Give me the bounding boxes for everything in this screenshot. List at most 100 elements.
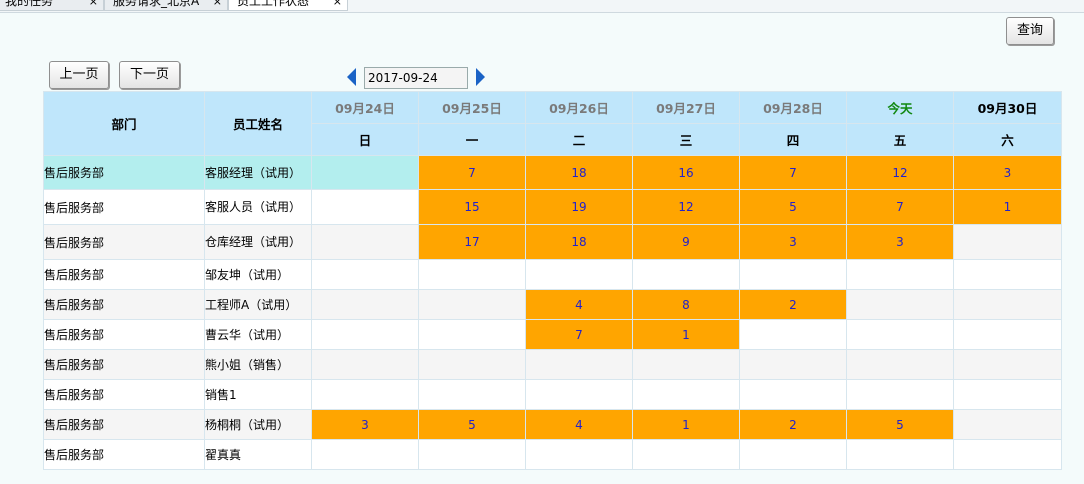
tab-service-request[interactable]: 服务请求_北京A × (104, 0, 228, 11)
task-count-cell[interactable]: 3 (846, 224, 954, 260)
tab-label: 我的任务 (5, 0, 54, 8)
task-count-cell[interactable]: 1 (632, 409, 740, 440)
query-button[interactable]: 查询 (1006, 17, 1054, 45)
task-count-cell (846, 379, 954, 410)
header-weekday: 一 (418, 123, 526, 156)
employee-name-cell: 客服人员（试用） (204, 189, 312, 225)
task-count-cell (311, 155, 419, 190)
task-count-cell[interactable]: 5 (846, 409, 954, 440)
task-count-cell[interactable]: 12 (632, 189, 740, 225)
next-week-arrow-icon[interactable] (476, 68, 485, 86)
employee-name-cell: 工程师A（试用） (204, 289, 312, 320)
task-count-cell (739, 439, 847, 470)
next-page-button[interactable]: 下一页 (119, 61, 180, 89)
task-count-cell (418, 349, 526, 380)
task-count-cell (418, 289, 526, 320)
table-row[interactable]: 售后服务部 客服经理（试用） 7 18 16 7 12 3 (43, 155, 1062, 190)
table-row[interactable]: 售后服务部 杨桐桐（试用） 3 5 4 1 2 5 (43, 409, 1062, 440)
header-weekday: 五 (846, 123, 954, 156)
task-count-cell (311, 289, 419, 320)
task-count-cell (846, 289, 954, 320)
close-icon[interactable]: × (333, 0, 342, 9)
task-count-cell[interactable]: 15 (418, 189, 526, 225)
task-count-cell[interactable]: 8 (632, 289, 740, 320)
task-count-cell[interactable]: 2 (739, 289, 847, 320)
task-count-cell[interactable]: 18 (525, 224, 633, 260)
task-count-cell (418, 379, 526, 410)
header-day-date: 09月28日 (739, 91, 847, 124)
department-cell: 售后服务部 (43, 379, 205, 410)
table-row[interactable]: 售后服务部 工程师A（试用） 4 8 2 (43, 289, 1062, 320)
task-count-cell[interactable]: 3 (311, 409, 419, 440)
task-count-cell[interactable]: 7 (739, 155, 847, 190)
task-count-cell[interactable]: 1 (953, 189, 1062, 225)
prev-page-button[interactable]: 上一页 (49, 61, 109, 89)
task-count-cell[interactable]: 2 (739, 409, 847, 440)
header-today: 今天 (846, 91, 954, 124)
tab-employee-status[interactable]: 员工工作状态 × (228, 0, 348, 11)
task-count-cell (739, 259, 847, 290)
department-cell: 售后服务部 (43, 189, 205, 225)
task-count-cell[interactable]: 17 (418, 224, 526, 260)
task-count-cell[interactable]: 7 (525, 319, 633, 350)
task-count-cell (739, 379, 847, 410)
table-row[interactable]: 售后服务部 客服人员（试用） 15 19 12 5 7 1 (43, 189, 1062, 225)
employee-name-cell: 翟真真 (204, 439, 312, 470)
task-count-cell[interactable]: 3 (953, 155, 1062, 190)
task-count-cell (311, 224, 419, 260)
task-count-cell[interactable]: 1 (632, 319, 740, 350)
task-count-cell[interactable]: 7 (418, 155, 526, 190)
task-count-cell (739, 349, 847, 380)
schedule-body: 售后服务部 客服经理（试用） 7 18 16 7 12 3 售后服务部 客服人员（试用） 15 19 1… (43, 155, 1062, 470)
employee-name-cell: 曹云华（试用） (204, 319, 312, 350)
task-count-cell (525, 439, 633, 470)
employee-name-cell: 熊小姐（销售） (204, 349, 312, 380)
task-count-cell[interactable]: 12 (846, 155, 954, 190)
task-count-cell (846, 319, 954, 350)
close-icon[interactable]: × (89, 0, 98, 9)
task-count-cell (418, 319, 526, 350)
task-count-cell (846, 259, 954, 290)
task-count-cell (953, 439, 1062, 470)
task-count-cell[interactable]: 5 (418, 409, 526, 440)
task-count-cell[interactable]: 9 (632, 224, 740, 260)
task-count-cell (311, 189, 419, 225)
task-count-cell (525, 349, 633, 380)
header-weekday: 二 (525, 123, 633, 156)
task-count-cell (311, 439, 419, 470)
tab-bar: 我的任务 × 服务请求_北京A × 员工工作状态 × (0, 0, 1084, 13)
close-icon[interactable]: × (213, 0, 222, 9)
date-field[interactable] (364, 67, 468, 89)
task-count-cell[interactable]: 18 (525, 155, 633, 190)
task-count-cell[interactable]: 7 (846, 189, 954, 225)
task-count-cell (953, 289, 1062, 320)
task-count-cell (953, 409, 1062, 440)
task-count-cell[interactable]: 3 (739, 224, 847, 260)
employee-name-cell: 销售1 (204, 379, 312, 410)
header-weekday: 日 (311, 123, 419, 156)
header-weekday: 四 (739, 123, 847, 156)
table-row[interactable]: 售后服务部 翟真真 (43, 439, 1062, 470)
task-count-cell[interactable]: 5 (739, 189, 847, 225)
task-count-cell[interactable]: 19 (525, 189, 633, 225)
employee-name-cell: 客服经理（试用） (204, 155, 312, 190)
tab-my-tasks[interactable]: 我的任务 × (0, 0, 104, 11)
department-cell: 售后服务部 (43, 319, 205, 350)
table-row[interactable]: 售后服务部 邹友坤（试用） (43, 259, 1062, 290)
task-count-cell[interactable]: 16 (632, 155, 740, 190)
table-row[interactable]: 售后服务部 销售1 (43, 379, 1062, 410)
header-day-date: 09月25日 (418, 91, 526, 124)
task-count-cell (311, 319, 419, 350)
employee-schedule-table: 部门 员工姓名 09月24日 09月25日 09月26日 09月27日 09月2… (43, 91, 1062, 470)
table-row[interactable]: 售后服务部 曹云华（试用） 7 1 (43, 319, 1062, 350)
header-day-date: 09月24日 (311, 91, 419, 124)
task-count-cell[interactable]: 4 (525, 289, 633, 320)
department-cell: 售后服务部 (43, 155, 205, 190)
table-row[interactable]: 售后服务部 熊小姐（销售） (43, 349, 1062, 380)
task-count-cell[interactable]: 4 (525, 409, 633, 440)
task-count-cell (632, 439, 740, 470)
task-count-cell (525, 379, 633, 410)
task-count-cell (846, 349, 954, 380)
prev-week-arrow-icon[interactable] (347, 68, 356, 86)
table-row[interactable]: 售后服务部 仓库经理（试用） 17 18 9 3 3 (43, 224, 1062, 260)
